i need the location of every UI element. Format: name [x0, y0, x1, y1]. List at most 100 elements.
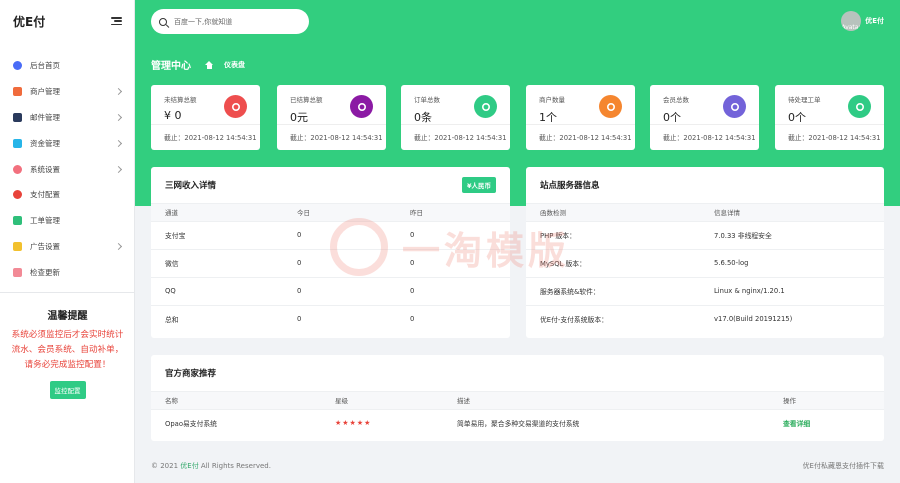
cart-icon	[474, 95, 497, 118]
income-panel-header: 三网收入详情 ¥人民币	[151, 167, 510, 204]
sidebar-item-6[interactable]: 工单管理	[0, 208, 134, 234]
table-cell: 支付宝	[151, 220, 283, 249]
sidebar-item-8[interactable]: 检查更新	[0, 259, 134, 285]
tips-text: 系统必须监控后才会实时统计流水、会员系统、自动补单，请务必完成监控配置！	[11, 330, 124, 370]
divider	[775, 124, 884, 125]
column-header: 函数检测	[526, 204, 700, 221]
sidebar-item-3[interactable]: 资金管理	[0, 130, 134, 156]
stat-card: 会员总数 0个 截止：2021-08-12 14:54:31	[650, 85, 759, 150]
divider	[526, 124, 635, 125]
table-row: PHP 版本： 7.0.33 非线程安全	[526, 220, 884, 249]
merchant-table: 名称 星级 描述 操作 Opao易支付系统 ★★★★★ 简单易用，聚合多种交易渠道的…	[151, 392, 884, 437]
divider	[650, 124, 759, 125]
table-cell: 0	[283, 276, 396, 305]
sidebar-item-label: 广告设置	[30, 241, 60, 251]
sidebar-item-label: 系统设置	[30, 164, 60, 174]
monitor-config-button[interactable]: 监控配置	[49, 381, 86, 399]
table-cell: 简单易用，聚合多种交易渠道的支付系统	[443, 408, 769, 437]
stat-timestamp: 截止：2021-08-12 14:54:31	[788, 134, 881, 142]
server-panel-header: 站点服务器信息	[526, 167, 884, 204]
sidebar-item-label: 支付配置	[30, 190, 60, 200]
table-row: 服务器系统&软件： Linux & nginx/1.20.1	[526, 276, 884, 305]
sidebar-item-label: 后台首页	[30, 61, 60, 71]
brand-name: 优E付	[13, 14, 46, 29]
table-cell: v17.0(Build 20191215)	[700, 304, 884, 333]
user-icon	[13, 87, 22, 97]
table-row: MySQL 版本： 5.6.50-log	[526, 248, 884, 277]
stat-timestamp: 截止：2021-08-12 14:54:31	[290, 134, 383, 142]
sidebar-item-7[interactable]: 广告设置	[0, 234, 134, 260]
table-row: 优E付-支付系统版本： v17.0(Build 20191215)	[526, 304, 884, 333]
server-panel: 站点服务器信息 函数检测 信息详情 PHP 版本： 7.0.33 非线程安全 MyS…	[526, 167, 884, 338]
column-header: 操作	[769, 392, 884, 409]
breadcrumb-current: 仪表盘	[224, 60, 245, 69]
table-cell: 0	[396, 304, 510, 333]
table-row: Opao易支付系统 ★★★★★ 简单易用，聚合多种交易渠道的支付系统 查看详细	[151, 408, 884, 437]
breadcrumb: 管理中心 仪表盘	[151, 57, 245, 72]
table-cell: 总和	[151, 304, 283, 333]
gear-icon	[13, 164, 22, 174]
stat-card: 已结算总额 0元 截止：2021-08-12 14:54:31	[277, 85, 386, 150]
tips-panel: 温馨提醒 系统必须监控后才会实时统计流水、会员系统、自动补单，请务必完成监控配置…	[0, 292, 135, 399]
stat-timestamp: 截止：2021-08-12 14:54:31	[663, 134, 756, 142]
table-cell: 5.6.50-log	[700, 248, 884, 277]
avatar[interactable]: Avatar	[841, 11, 862, 31]
income-panel: 三网收入详情 ¥人民币 通道 今日 昨日 支付宝 0 0 微信 0 0 QQ 0 0 总和 0 0	[151, 167, 510, 338]
search-box[interactable]	[151, 9, 309, 34]
search-input[interactable]	[174, 17, 294, 26]
tips-title: 温馨提醒	[47, 311, 88, 322]
footer-download-link[interactable]: 优E付私藏恩支付插件下载	[803, 461, 884, 471]
table-cell: 0	[283, 220, 396, 249]
table-cell[interactable]: 查看详细	[769, 408, 884, 437]
menu-toggle-icon[interactable]	[111, 17, 122, 26]
table-row: QQ 0 0	[151, 276, 510, 305]
column-header: 今日	[283, 204, 396, 221]
column-header: 星级	[321, 392, 443, 409]
server-panel-title: 站点服务器信息	[540, 181, 600, 191]
user-menu[interactable]: Avatar 优E付	[841, 11, 884, 31]
merchant-panel: 官方商家推荐 名称 星级 描述 操作 Opao易支付系统 ★★★★★ 简单易用，聚合…	[151, 355, 884, 441]
send-icon	[13, 216, 22, 226]
table-cell: 0	[396, 276, 510, 305]
column-header: 信息详情	[700, 204, 884, 221]
income-panel-title: 三网收入详情	[165, 181, 217, 191]
chevron-right-icon	[114, 113, 123, 122]
stat-card: 未结算总额 ¥ 0 截止：2021-08-12 14:54:31	[151, 85, 260, 150]
table-cell: 7.0.33 非线程安全	[700, 220, 884, 249]
sidebar-item-1[interactable]: 商户管理	[0, 79, 134, 105]
income-table: 通道 今日 昨日 支付宝 0 0 微信 0 0 QQ 0 0 总和 0 0	[151, 204, 510, 333]
table-header-row: 名称 星级 描述 操作	[151, 392, 884, 409]
pay-icon	[13, 190, 22, 200]
sidebar-item-2[interactable]: 邮件管理	[0, 105, 134, 131]
table-cell: ★★★★★	[321, 408, 443, 437]
column-header: 通道	[151, 204, 283, 221]
sidebar: 优E付 后台首页商户管理邮件管理资金管理系统设置支付配置工单管理广告设置检查更新…	[0, 0, 135, 483]
brand-bar: 优E付	[0, 0, 134, 42]
stat-card: 待处理工单 0个 截止：2021-08-12 14:54:31	[775, 85, 884, 150]
sidebar-item-4[interactable]: 系统设置	[0, 156, 134, 182]
home-icon[interactable]	[205, 60, 213, 69]
stat-card: 商户数量 1个 截止：2021-08-12 14:54:31	[526, 85, 635, 150]
sidebar-item-5[interactable]: 支付配置	[0, 182, 134, 208]
table-header-row: 通道 今日 昨日	[151, 204, 510, 221]
table-cell: 优E付-支付系统版本：	[526, 304, 700, 333]
face-icon	[599, 95, 622, 118]
currency-badge: ¥人民币	[461, 177, 496, 193]
user-name[interactable]: 优E付	[865, 16, 884, 26]
column-header: 昨日	[396, 204, 510, 221]
search-icon	[159, 17, 167, 26]
sidebar-item-label: 邮件管理	[30, 112, 60, 122]
footer-brand-link[interactable]: 优E付	[180, 462, 198, 470]
chevron-right-icon	[114, 88, 123, 96]
table-cell: 服务器系统&软件：	[526, 276, 700, 305]
table-row: 支付宝 0 0	[151, 220, 510, 249]
column-header: 描述	[443, 392, 769, 409]
stat-timestamp: 截止：2021-08-12 14:54:31	[539, 134, 632, 142]
table-cell: QQ	[151, 276, 283, 305]
chevron-right-icon	[114, 242, 123, 251]
paper-plane-icon	[848, 95, 871, 118]
sidebar-item-0[interactable]: 后台首页	[0, 53, 134, 79]
sidebar-nav: 后台首页商户管理邮件管理资金管理系统设置支付配置工单管理广告设置检查更新	[0, 53, 134, 285]
stat-timestamp: 截止：2021-08-12 14:54:31	[164, 134, 257, 142]
ad-icon	[13, 241, 22, 251]
